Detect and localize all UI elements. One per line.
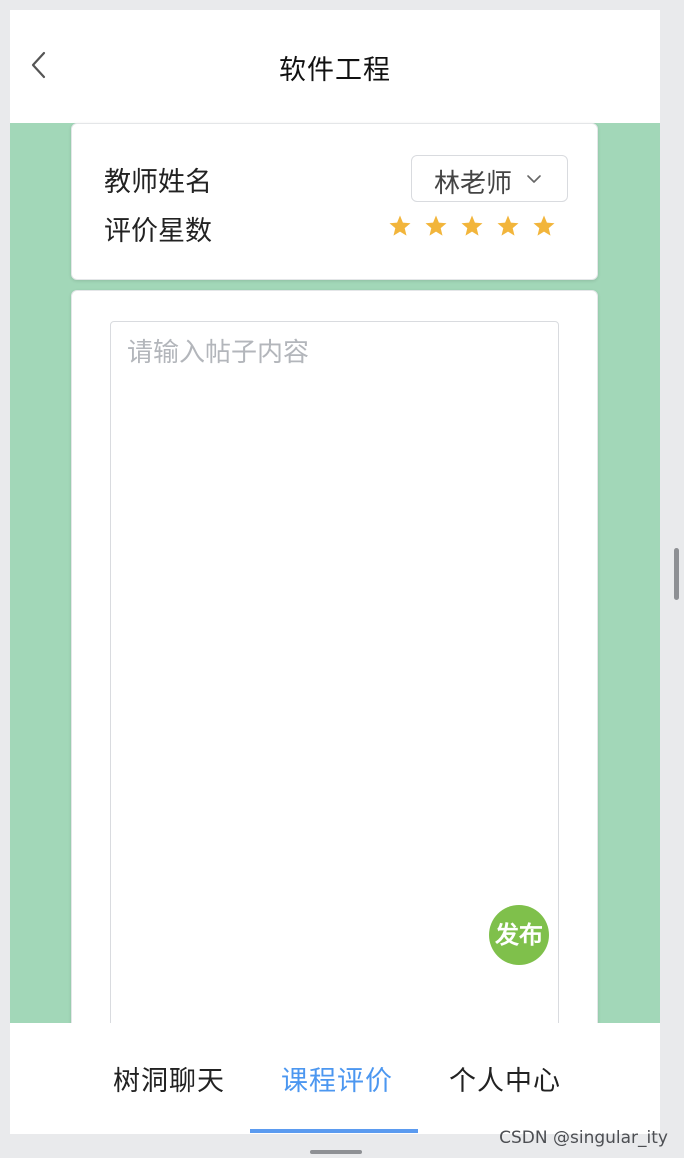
rating-label: 评价星数 [104,216,212,247]
star-icon[interactable] [496,214,520,238]
app-screen: 软件工程 教师姓名 林老师 评价星数 发布 树洞聊天 课程评价 个人中心 [10,10,660,1134]
chevron-down-icon [527,175,541,183]
tab-tree-hole-chat[interactable]: 树洞聊天 [113,1059,225,1098]
star-icon[interactable] [532,214,556,238]
post-card [71,290,598,1134]
scrollbar-handle[interactable] [674,548,679,600]
teacher-select[interactable]: 林老师 [411,155,568,202]
active-tab-indicator [250,1129,418,1133]
star-icon[interactable] [388,214,412,238]
post-content-input[interactable] [110,321,559,1081]
star-rating[interactable] [388,214,568,240]
star-icon[interactable] [460,214,484,238]
navigation-bar: 软件工程 [10,10,660,123]
bottom-tab-bar: 树洞聊天 课程评价 个人中心 [10,1023,660,1134]
evaluation-info-card: 教师姓名 林老师 评价星数 [71,123,598,280]
home-indicator [310,1150,362,1154]
page-title: 软件工程 [279,55,391,86]
watermark-text: CSDN @singular_ity [499,1128,668,1148]
teacher-name-label: 教师姓名 [104,167,212,198]
tab-course-evaluation[interactable]: 课程评价 [281,1059,393,1098]
teacher-select-value: 林老师 [434,169,513,199]
star-icon[interactable] [424,214,448,238]
publish-button[interactable]: 发布 [489,905,549,965]
tab-personal-center[interactable]: 个人中心 [449,1059,561,1098]
